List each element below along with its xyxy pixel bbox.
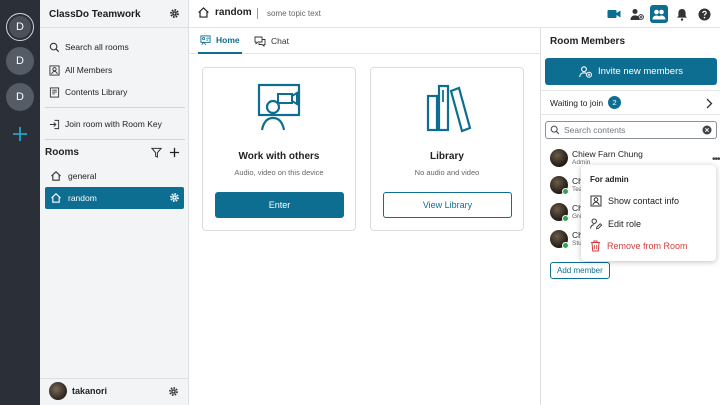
- room-name: general: [68, 171, 97, 181]
- edit-role-item[interactable]: Edit role: [590, 216, 710, 232]
- show-contact-info-item[interactable]: Show contact info: [590, 193, 710, 209]
- invite-members-button[interactable]: Invite new members: [545, 58, 717, 85]
- add-room-icon[interactable]: [169, 147, 180, 158]
- divider: [257, 8, 258, 19]
- sidebar-item-all-members[interactable]: All Members: [49, 61, 183, 79]
- workspace-avatar-3[interactable]: D: [6, 83, 34, 111]
- members-icon[interactable]: [650, 5, 668, 23]
- divider: [45, 107, 185, 108]
- card-subtitle: No audio and video: [414, 168, 480, 177]
- filter-icon[interactable]: [151, 147, 162, 158]
- room-tabs: Home Chat: [189, 28, 540, 54]
- tab-label: Chat: [271, 36, 289, 46]
- online-status-dot: [562, 188, 569, 195]
- menu-item-label: Edit role: [608, 219, 642, 229]
- remove-from-room-item[interactable]: Remove from Room: [590, 238, 710, 254]
- sidebar-item-label: Join room with Room Key: [65, 119, 162, 129]
- library-books-icon: [424, 82, 472, 134]
- add-workspace-icon[interactable]: [12, 126, 28, 142]
- workspace-settings-icon[interactable]: [169, 8, 180, 19]
- divider: [40, 27, 189, 28]
- menu-header: For admin: [590, 175, 629, 184]
- join-room-with-key[interactable]: Join room with Room Key: [49, 115, 183, 133]
- member-context-menu: For admin Show contact info Edit role Re…: [581, 165, 716, 261]
- menu-item-label: Show contact info: [608, 196, 680, 206]
- online-status-dot: [562, 215, 569, 222]
- panel-title: Room Members: [550, 36, 626, 47]
- contact-card-icon: [590, 195, 602, 207]
- room-item-general[interactable]: general: [45, 165, 184, 187]
- workspace-avatar-1[interactable]: D: [6, 13, 34, 41]
- member-name: Chiew Farn Chung: [572, 149, 643, 159]
- home-icon: [197, 6, 210, 19]
- current-user[interactable]: takanori: [49, 382, 107, 400]
- tab-home[interactable]: Home: [198, 28, 242, 54]
- chat-icon: [254, 36, 266, 47]
- workspace-rail: D D D: [0, 0, 40, 405]
- library-card: Library No audio and video View Library: [370, 67, 524, 231]
- edit-role-icon: [590, 218, 602, 230]
- work-with-others-card: Work with others Audio, video on this de…: [202, 67, 356, 231]
- room-topic[interactable]: some topic text: [267, 9, 321, 18]
- room-title: random: [197, 6, 252, 19]
- avatar: [49, 382, 67, 400]
- contacts-icon: [49, 64, 60, 76]
- room-name: random: [68, 193, 97, 203]
- card-title: Work with others: [238, 151, 320, 162]
- invite-label: Invite new members: [597, 66, 683, 77]
- user-name: takanori: [72, 386, 108, 396]
- tab-chat[interactable]: Chat: [254, 28, 289, 54]
- divider: [40, 378, 189, 379]
- video-call-icon[interactable]: [605, 5, 623, 23]
- waiting-label: Waiting to join: [550, 97, 604, 108]
- add-person-icon[interactable]: [628, 5, 646, 23]
- sidebar-item-label: Search all rooms: [65, 42, 129, 52]
- room-settings-icon[interactable]: [169, 192, 180, 203]
- room-sidebar: ClassDo Teamwork Search all rooms All Me…: [40, 0, 189, 405]
- room-title-text: random: [215, 7, 252, 18]
- divider: [45, 139, 185, 140]
- search-icon: [550, 125, 560, 135]
- card-title: Library: [430, 151, 464, 162]
- room-header: random some topic text: [189, 0, 720, 28]
- sidebar-item-label: All Members: [65, 65, 113, 75]
- menu-item-label: Remove from Room: [607, 241, 688, 251]
- search-icon: [49, 42, 60, 53]
- add-member-button[interactable]: Add member: [550, 262, 610, 279]
- sidebar-item-contents-library[interactable]: Contents Library: [49, 83, 183, 101]
- bell-icon[interactable]: [673, 5, 691, 23]
- card-subtitle: Audio, video on this device: [234, 168, 324, 177]
- folder-icon: [49, 86, 60, 98]
- waiting-to-join[interactable]: Waiting to join 2: [541, 90, 720, 115]
- sidebar-item-label: Contents Library: [65, 87, 128, 97]
- help-icon[interactable]: [695, 5, 713, 23]
- avatar: [550, 149, 568, 167]
- trash-icon: [590, 240, 601, 252]
- home-icon: [50, 192, 62, 204]
- join-room-icon: [49, 119, 60, 130]
- member-search[interactable]: [545, 121, 717, 139]
- clear-search-icon[interactable]: [702, 125, 712, 135]
- add-user-icon: [579, 65, 592, 78]
- workspace-avatar-2[interactable]: D: [6, 47, 34, 75]
- chevron-right-icon: [705, 98, 713, 109]
- search-input[interactable]: [564, 125, 694, 135]
- online-status-dot: [562, 242, 569, 249]
- search-all-rooms[interactable]: Search all rooms: [49, 38, 183, 56]
- tab-label: Home: [216, 35, 240, 45]
- room-item-random[interactable]: random: [45, 187, 184, 209]
- view-library-button[interactable]: View Library: [383, 192, 512, 218]
- whiteboard-icon: [256, 82, 304, 134]
- rooms-heading: Rooms: [45, 147, 79, 158]
- enter-button[interactable]: Enter: [215, 192, 344, 218]
- home-icon: [50, 170, 62, 182]
- home-tab-icon: [200, 34, 211, 46]
- workspace-title: ClassDo Teamwork: [49, 9, 141, 20]
- more-options-icon[interactable]: •••: [712, 154, 720, 165]
- user-settings-icon[interactable]: [168, 386, 179, 397]
- waiting-count-badge: 2: [608, 96, 622, 109]
